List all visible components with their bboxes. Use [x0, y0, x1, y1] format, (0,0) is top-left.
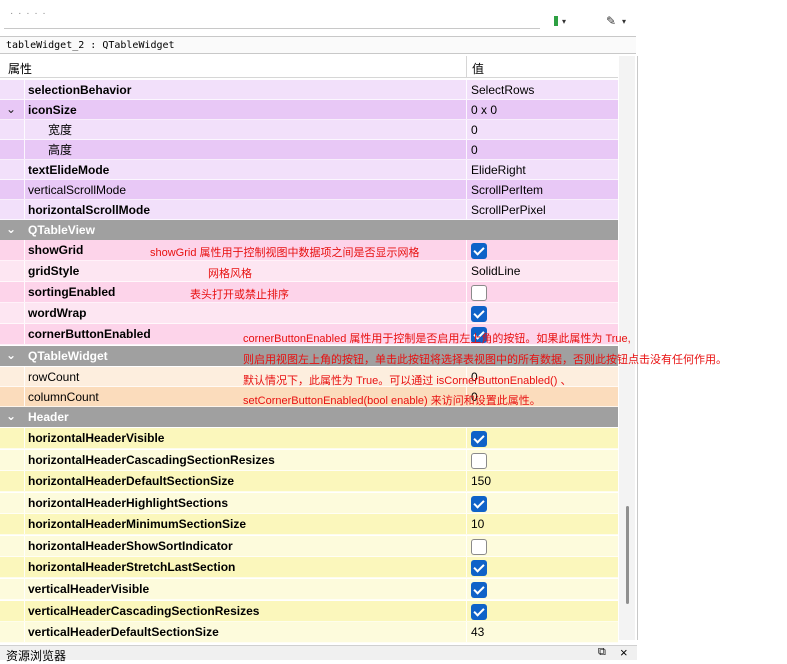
category-qtableview[interactable]: ⌄ QTableView — [0, 220, 618, 240]
collapse-chevron-icon[interactable]: ⌄ — [6, 406, 16, 426]
property-name: verticalHeaderCascadingSectionResizes — [28, 604, 260, 618]
property-row[interactable]: sortingEnabled — [0, 282, 618, 303]
property-name: horizontalHeaderHighlightSections — [28, 496, 229, 510]
property-row[interactable]: verticalScrollMode ScrollPerItem — [0, 180, 618, 200]
property-name: cornerButtonEnabled — [28, 327, 151, 341]
property-checkbox[interactable] — [471, 285, 487, 301]
property-name: horizontalHeaderDefaultSectionSize — [28, 474, 235, 488]
property-name: showGrid — [28, 243, 84, 257]
table-header: 属性 值 — [0, 56, 618, 78]
property-name: gridStyle — [28, 264, 80, 278]
collapse-chevron-icon[interactable]: ⌄ — [6, 219, 16, 239]
property-value[interactable]: ScrollPerItem — [471, 180, 543, 200]
annotation-corner-line2: 则启用视图左上角的按钮，单击此按钮将选择表视图中的所有数据，否则此按钮点击没有任… — [243, 354, 727, 366]
property-value[interactable]: ScrollPerPixel — [471, 200, 546, 220]
property-name: sortingEnabled — [28, 285, 116, 299]
property-row[interactable]: horizontalHeaderDefaultSectionSize 150 — [0, 471, 618, 492]
property-row[interactable]: horizontalHeaderStretchLastSection — [0, 557, 618, 578]
property-checkbox[interactable] — [471, 539, 487, 555]
property-row[interactable]: 宽度 0 — [0, 120, 618, 140]
property-row[interactable]: textElideMode ElideRight — [0, 160, 618, 180]
property-checkbox[interactable] — [471, 496, 487, 512]
annotation-sorting: 表头打开或禁止排序 — [190, 289, 289, 301]
annotation-corner-line1: cornerButtonEnabled 属性用于控制是否启用左上角的按钮。如果此… — [243, 333, 631, 345]
header-value[interactable]: 值 — [472, 60, 484, 77]
annotation-gridstyle: 网格风格 — [208, 268, 252, 280]
property-checkbox[interactable] — [471, 431, 487, 447]
property-name: rowCount — [28, 370, 80, 384]
property-checkbox[interactable] — [471, 453, 487, 469]
property-row[interactable]: horizontalHeaderShowSortIndicator — [0, 536, 618, 557]
brush-dropdown-icon[interactable]: ✎ ▾ — [606, 14, 632, 30]
category-label: QTableView — [28, 223, 95, 237]
property-name: textElideMode — [28, 163, 110, 177]
property-row[interactable]: verticalHeaderDefaultSectionSize 43 — [0, 622, 618, 643]
property-checkbox[interactable] — [471, 604, 487, 620]
property-name: horizontalHeaderVisible — [28, 431, 165, 445]
property-name: verticalHeaderDefaultSectionSize — [28, 625, 219, 639]
property-row[interactable]: horizontalScrollMode ScrollPerPixel — [0, 200, 618, 220]
annotation-corner-line4: setCornerButtonEnabled(bool enable) 来访问和… — [243, 395, 541, 407]
property-row[interactable]: 高度 0 — [0, 140, 618, 160]
property-row[interactable]: ⌄ iconSize 0 x 0 — [0, 100, 618, 120]
category-label: Header — [28, 410, 69, 424]
property-checkbox[interactable] — [471, 560, 487, 576]
property-row[interactable]: horizontalHeaderCascadingSectionResizes — [0, 450, 618, 471]
property-row[interactable]: horizontalHeaderMinimumSectionSize 10 — [0, 514, 618, 535]
property-name: 高度 — [48, 143, 73, 157]
property-value[interactable]: 0 — [471, 120, 478, 140]
property-value[interactable]: SelectRows — [471, 80, 534, 100]
property-value[interactable]: SolidLine — [471, 261, 520, 282]
dock-title: 资源浏览器 — [6, 649, 67, 663]
property-row[interactable]: wordWrap — [0, 303, 618, 324]
property-value[interactable]: 0 — [471, 140, 478, 160]
property-row[interactable]: verticalHeaderCascadingSectionResizes — [0, 601, 618, 622]
property-name: columnCount — [28, 390, 99, 404]
resource-browser-dock: 资源浏览器 ⧉ × — [0, 645, 637, 663]
collapse-chevron-icon[interactable]: ⌄ — [6, 345, 16, 365]
field-dots: · · · · · — [10, 8, 47, 19]
property-checkbox[interactable] — [471, 582, 487, 598]
property-name: selectionBehavior — [28, 83, 132, 97]
property-name: horizontalHeaderStretchLastSection — [28, 560, 236, 574]
property-name: iconSize — [28, 103, 77, 117]
property-checkbox[interactable] — [471, 243, 487, 259]
property-name: 宽度 — [48, 123, 73, 137]
annotation-corner-line3: 默认情况下，此属性为 True。可以通过 isCornerButtonEnabl… — [243, 375, 572, 387]
property-name: wordWrap — [28, 306, 87, 320]
property-row[interactable]: horizontalHeaderHighlightSections — [0, 493, 618, 514]
property-row[interactable]: selectionBehavior SelectRows — [0, 80, 618, 100]
property-value[interactable]: 150 — [471, 471, 491, 492]
property-row[interactable]: verticalHeaderVisible — [0, 579, 618, 600]
toolbar-strip: · · · · · ▾ ✎ ▾ — [0, 0, 637, 36]
property-name: verticalHeaderVisible — [28, 582, 150, 596]
property-value[interactable]: 10 — [471, 514, 484, 535]
category-label: QTableWidget — [28, 349, 108, 363]
property-row[interactable]: horizontalHeaderVisible — [0, 428, 618, 449]
property-name: horizontalHeaderShowSortIndicator — [28, 539, 233, 553]
expand-chevron-icon[interactable]: ⌄ — [6, 99, 16, 119]
property-value[interactable]: ElideRight — [471, 160, 526, 180]
property-name: horizontalHeaderMinimumSectionSize — [28, 517, 247, 531]
header-property[interactable]: 属性 — [8, 60, 32, 77]
property-row[interactable]: gridStyle SolidLine — [0, 261, 618, 282]
property-table: 属性 值 selectionBehavior SelectRows ⌄ iconSiz… — [0, 56, 638, 643]
object-name-field[interactable]: · · · · · — [4, 8, 540, 29]
property-name: horizontalHeaderCascadingSectionResizes — [28, 453, 275, 467]
close-icon[interactable]: × — [620, 645, 628, 660]
annotation-showgrid: showGrid 属性用于控制视图中数据项之间是否显示网格 — [150, 247, 420, 259]
scrollbar-thumb[interactable] — [626, 506, 629, 604]
property-name: verticalScrollMode — [28, 183, 127, 197]
property-name: horizontalScrollMode — [28, 203, 151, 217]
property-checkbox[interactable] — [471, 306, 487, 322]
widget-title: tableWidget_2 : QTableWidget — [0, 36, 636, 54]
color-dropdown-icon[interactable]: ▾ — [552, 14, 566, 30]
property-value[interactable]: 0 x 0 — [471, 100, 497, 120]
float-icon[interactable]: ⧉ — [598, 646, 606, 659]
property-value[interactable]: 43 — [471, 622, 484, 643]
category-header[interactable]: ⌄ Header — [0, 407, 618, 427]
